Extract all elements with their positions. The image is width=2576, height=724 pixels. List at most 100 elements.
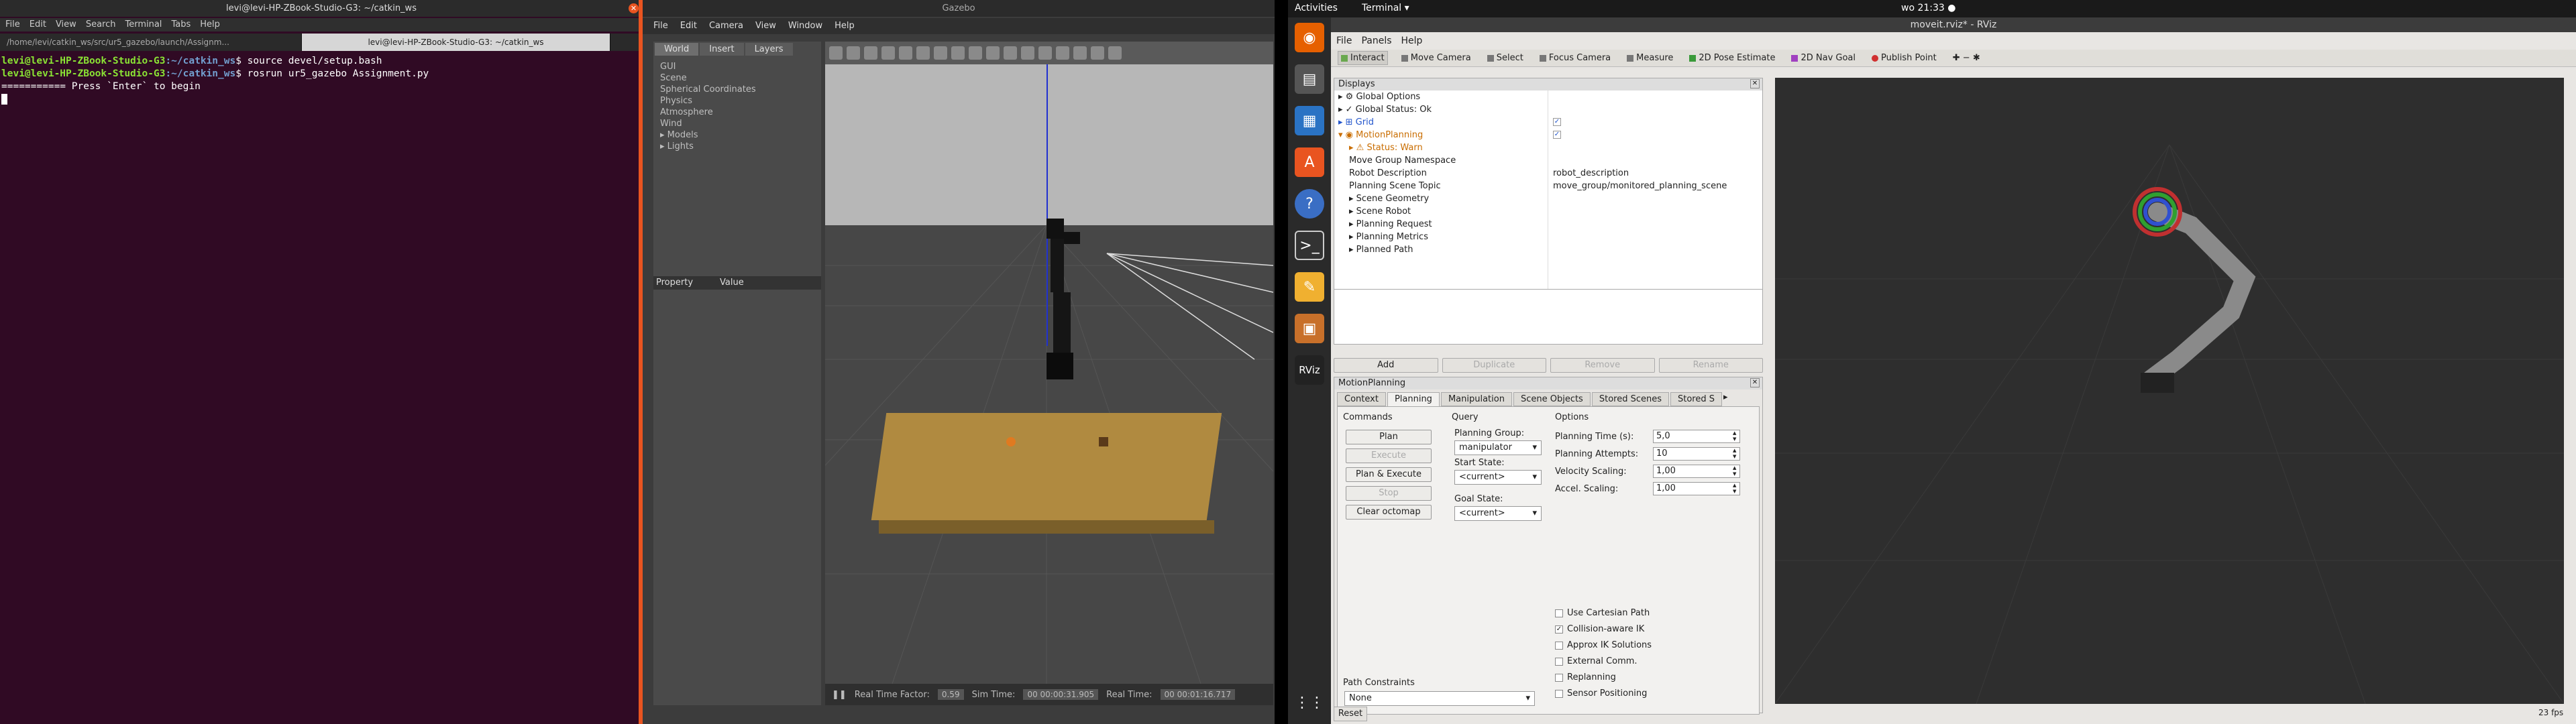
tab-scene-objects[interactable]: Scene Objects <box>1513 392 1591 406</box>
enable-checkbox[interactable]: ✓ <box>1553 131 1561 139</box>
menu-camera[interactable]: Camera <box>709 18 743 34</box>
cartesian-path-checkbox[interactable]: Use Cartesian Path <box>1555 608 1650 618</box>
gazebo-icon[interactable]: ▣ <box>1295 314 1324 343</box>
firefox-icon[interactable]: ◉ <box>1295 23 1324 52</box>
tree-item-physics[interactable]: Physics <box>660 95 814 107</box>
app-grid-icon[interactable]: ⋮⋮ <box>1295 688 1324 717</box>
tree-item-gui[interactable]: GUI <box>660 61 814 72</box>
close-icon[interactable]: ✕ <box>1750 79 1760 88</box>
software-icon[interactable]: A <box>1295 147 1324 177</box>
cylinder-shape-icon[interactable] <box>969 46 982 60</box>
app-menu[interactable]: Terminal ▾ <box>1362 3 1409 13</box>
display-row[interactable]: ▸ ⚠ Status: Warn <box>1338 141 1762 154</box>
translate-tool-icon[interactable] <box>847 46 860 60</box>
files-icon[interactable]: ▤ <box>1295 64 1324 94</box>
menu-tabs[interactable]: Tabs <box>171 18 191 32</box>
checkbox[interactable] <box>1555 657 1563 666</box>
tab-context[interactable]: Context <box>1337 392 1386 406</box>
measure-tool[interactable]: Measure <box>1624 52 1676 64</box>
planning-time-input[interactable]: 5,0 <box>1653 430 1740 443</box>
rviz-icon[interactable]: RViz <box>1295 355 1324 385</box>
menu-file[interactable]: File <box>653 18 668 34</box>
tab-planning[interactable]: Planning <box>1387 392 1440 406</box>
tab-manipulation[interactable]: Manipulation <box>1440 392 1512 406</box>
menu-window[interactable]: Window <box>788 18 822 34</box>
directional-light-icon[interactable] <box>1021 46 1034 60</box>
reset-button[interactable]: Reset <box>1334 707 1367 721</box>
clear-octomap-button[interactable]: Clear octomap <box>1346 505 1432 520</box>
collision-ik-checkbox[interactable]: ✓ Collision-aware IK <box>1555 624 1644 634</box>
clock[interactable]: wo 21:33 ● <box>1901 3 1955 13</box>
checkbox[interactable] <box>1555 609 1563 617</box>
menu-search[interactable]: Search <box>86 18 116 32</box>
tree-item-models[interactable]: ▸ Models <box>660 129 814 141</box>
focus-camera-tool[interactable]: Focus Camera <box>1537 52 1613 64</box>
tab-scroll-icon[interactable]: ▸ <box>1723 392 1728 406</box>
pause-icon[interactable]: ❚❚ <box>832 690 847 700</box>
publish-point-tool[interactable]: Publish Point <box>1869 52 1939 64</box>
plan-button[interactable]: Plan <box>1346 430 1432 444</box>
display-row[interactable]: ▸ ✓ Global Status: Ok <box>1338 103 1762 116</box>
tree-item-spherical[interactable]: Spherical Coordinates <box>660 84 814 95</box>
tree-item-scene[interactable]: Scene <box>660 72 814 84</box>
scale-tool-icon[interactable] <box>881 46 895 60</box>
menu-view[interactable]: View <box>56 18 76 32</box>
redo-icon[interactable] <box>916 46 930 60</box>
display-row[interactable]: Move Group Namespace <box>1338 154 1762 167</box>
display-row[interactable]: ▾ ◉ MotionPlanning ✓ <box>1338 129 1762 141</box>
display-row[interactable]: Robot Description robot_description <box>1338 167 1762 180</box>
velocity-scaling-input[interactable]: 1,00 <box>1653 465 1740 478</box>
menu-file[interactable]: File <box>1336 34 1352 48</box>
tab-stored-scenes[interactable]: Stored Scenes <box>1591 392 1669 406</box>
display-row[interactable]: ▸ Planning Request <box>1338 218 1762 231</box>
pose-estimate-tool[interactable]: 2D Pose Estimate <box>1686 52 1778 64</box>
screenshot-icon[interactable] <box>1108 46 1122 60</box>
checkbox[interactable] <box>1555 689 1563 698</box>
display-row[interactable]: ▸ ⊞ Grid ✓ <box>1338 116 1762 129</box>
snap-icon[interactable] <box>1091 46 1104 60</box>
terminal-output[interactable]: levi@levi-HP-ZBook-Studio-G3:~/catkin_ws… <box>0 54 637 724</box>
display-row[interactable]: ▸ Planned Path <box>1338 243 1762 256</box>
display-row[interactable]: Planning Scene Topic move_group/monitored… <box>1338 180 1762 192</box>
rotate-tool-icon[interactable] <box>864 46 877 60</box>
text-editor-icon[interactable]: ✎ <box>1295 272 1324 302</box>
select-tool[interactable]: Select <box>1485 52 1526 64</box>
table-model[interactable] <box>871 413 1222 520</box>
planning-group-select[interactable]: manipulator <box>1454 440 1542 455</box>
select-tool-icon[interactable] <box>829 46 843 60</box>
menu-terminal[interactable]: Terminal <box>125 18 162 32</box>
display-row[interactable]: ▸ Scene Robot <box>1338 205 1762 218</box>
writer-icon[interactable]: ▦ <box>1295 106 1324 135</box>
paste-icon[interactable] <box>1056 46 1069 60</box>
align-icon[interactable] <box>1073 46 1087 60</box>
ball-object[interactable] <box>1006 437 1016 446</box>
sphere-shape-icon[interactable] <box>951 46 965 60</box>
approx-ik-checkbox[interactable]: Approx IK Solutions <box>1555 640 1652 650</box>
tree-item-wind[interactable]: Wind <box>660 118 814 129</box>
stop-button[interactable]: Stop <box>1346 486 1432 501</box>
move-camera-tool[interactable]: Move Camera <box>1399 52 1474 64</box>
menu-help[interactable]: Help <box>1401 34 1423 48</box>
tree-item-lights[interactable]: ▸ Lights <box>660 141 814 152</box>
sensor-positioning-checkbox[interactable]: Sensor Positioning <box>1555 688 1647 699</box>
tab-insert[interactable]: Insert <box>700 43 744 56</box>
start-state-select[interactable]: <current> <box>1454 470 1542 485</box>
rename-button[interactable]: Rename <box>1658 358 1763 373</box>
tab-world[interactable]: World <box>655 43 699 56</box>
undo-icon[interactable] <box>899 46 912 60</box>
tab-layers[interactable]: Layers <box>745 43 793 56</box>
display-row[interactable]: ▸ ⚙ Global Options <box>1338 90 1762 103</box>
gazebo-3d-scene[interactable] <box>825 64 1273 684</box>
menu-help[interactable]: Help <box>835 18 855 34</box>
add-tool-button[interactable]: ✚ − ✱ <box>1950 52 1983 64</box>
display-tree[interactable]: ▸ ⚙ Global Options ▸ ✓ Global Status: Ok ▸… <box>1334 90 1762 256</box>
spot-light-icon[interactable] <box>1004 46 1017 60</box>
duplicate-button[interactable]: Duplicate <box>1442 358 1546 373</box>
add-button[interactable]: Add <box>1334 358 1438 373</box>
copy-icon[interactable] <box>1038 46 1052 60</box>
tree-item-atmosphere[interactable]: Atmosphere <box>660 107 814 118</box>
checkbox[interactable] <box>1555 641 1563 650</box>
tab-catkin[interactable]: levi@levi-HP-ZBook-Studio-G3: ~/catkin_w… <box>302 34 610 51</box>
close-icon[interactable]: ✕ <box>629 3 639 13</box>
box-object[interactable] <box>1099 437 1108 446</box>
